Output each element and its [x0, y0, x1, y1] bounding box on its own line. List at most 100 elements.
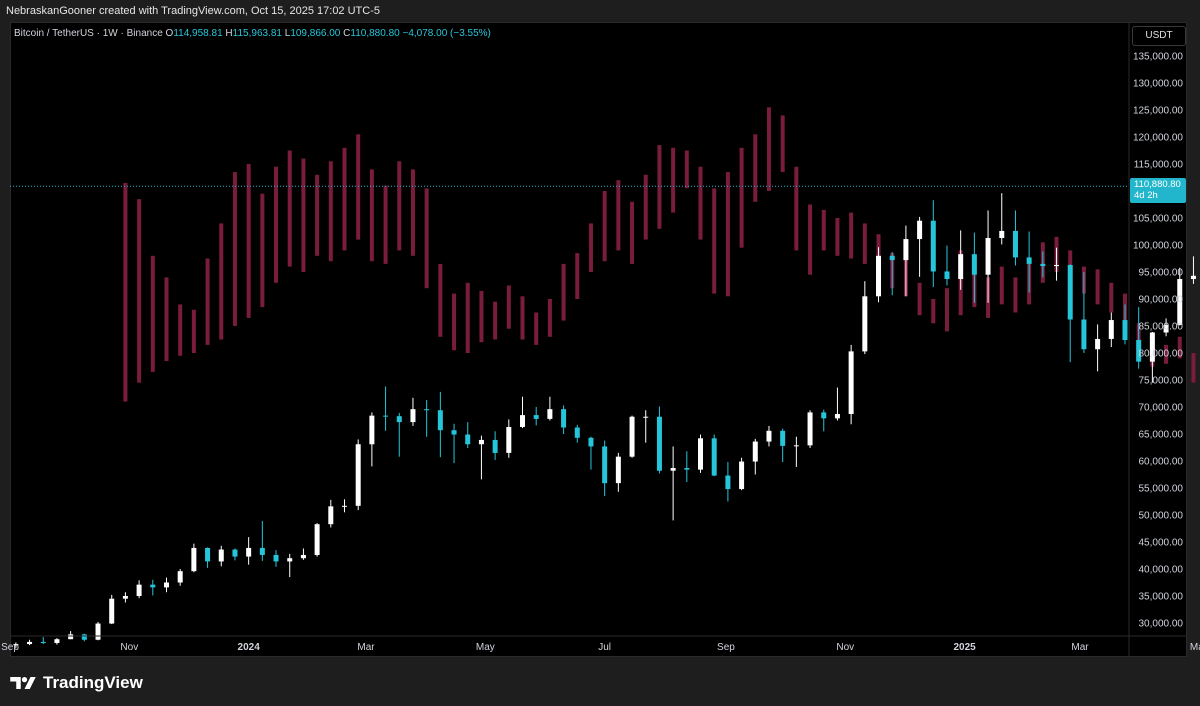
time-axis: SepNov2024MarMayJulSepNov2025MarMayJulSe…	[1, 642, 1200, 653]
candle-46	[643, 410, 649, 443]
price-tick-label: 135,000.00	[1133, 52, 1183, 63]
candle-14	[205, 547, 211, 568]
price-tick-label: 85,000.00	[1139, 322, 1184, 333]
projection-bar-18	[369, 169, 374, 262]
candle-29	[410, 397, 416, 426]
projection-bar-0	[123, 182, 128, 402]
brand-name: TradingView	[43, 673, 143, 692]
projection-bar-47	[766, 107, 771, 191]
candle-8	[122, 592, 128, 603]
candle-67	[930, 200, 936, 288]
legend: Bitcoin / TetherUS · 1W · Binance O114,9…	[14, 28, 491, 39]
projection-bar-14	[315, 174, 320, 256]
projection-bar-15	[328, 161, 333, 262]
price-tick-label: 65,000.00	[1139, 430, 1184, 441]
projection-bar-44	[725, 172, 730, 297]
candle-47	[656, 406, 662, 474]
candle-61	[848, 344, 854, 425]
candle-66	[917, 216, 923, 277]
price-tick-label: 90,000.00	[1139, 295, 1184, 306]
candle-36	[506, 419, 512, 458]
time-tick-label: May	[1190, 642, 1200, 653]
projection-bar-38	[643, 174, 648, 240]
candle-28	[396, 412, 402, 457]
projection-bar-32	[561, 263, 566, 321]
candle-24	[341, 499, 347, 513]
projection-bar-24	[452, 293, 457, 351]
price-chart[interactable]: 30,000.00 35,000.00 40,000.00 45,000.00 50,0…	[0, 0, 1200, 706]
projection-bar-16	[342, 147, 347, 251]
time-tick-label: 2025	[953, 642, 976, 653]
last-price-value: 110,880.80	[1134, 179, 1181, 190]
candle-77	[1067, 264, 1073, 363]
currency-selector[interactable]: USDT	[1132, 26, 1186, 46]
candle-6	[95, 621, 101, 641]
legend-symbol: Bitcoin / TetherUS · 1W · Binance	[14, 28, 163, 39]
candle-38	[533, 407, 539, 426]
candle-17	[246, 537, 252, 565]
candle-4	[68, 631, 74, 640]
candle-9	[136, 580, 142, 599]
candle-11	[163, 577, 169, 593]
projection-bar-25	[465, 282, 470, 353]
candle-31	[437, 391, 443, 458]
projection-bar-22	[424, 188, 429, 289]
candle-53	[739, 457, 745, 491]
candle-80	[1108, 312, 1114, 348]
price-tick-label: 75,000.00	[1139, 376, 1184, 387]
price-tick-label: 40,000.00	[1139, 565, 1184, 576]
candle-42	[588, 436, 594, 470]
projection-bar-8	[232, 172, 237, 326]
candle-43	[602, 440, 608, 497]
candle-79	[1095, 324, 1101, 372]
price-tick-label: 120,000.00	[1133, 133, 1183, 144]
legend-high-key: H	[225, 28, 233, 39]
candle-20	[287, 553, 293, 578]
candle-7	[109, 594, 115, 625]
candle-12	[177, 569, 183, 586]
projection-bar-48	[780, 115, 785, 173]
projection-bar-11	[274, 166, 279, 283]
candle-22	[314, 523, 320, 557]
price-tick-label: 80,000.00	[1139, 349, 1184, 360]
candle-1	[27, 639, 33, 646]
candle-49	[684, 451, 690, 483]
candle-73	[1012, 210, 1018, 266]
candle-21	[300, 548, 306, 560]
candle-40	[561, 405, 567, 434]
time-tick-label: Nov	[120, 642, 138, 653]
candle-3	[54, 638, 60, 645]
tradingview-logo[interactable]: TradingView	[9, 672, 143, 694]
projection-bar-54	[862, 223, 867, 264]
projection-bar-52	[835, 218, 840, 256]
projection-bars	[123, 107, 1196, 402]
price-tick-label: 35,000.00	[1139, 592, 1184, 603]
candle-57	[793, 436, 799, 467]
projection-bar-23	[438, 263, 443, 337]
projection-bar-30	[534, 312, 539, 345]
price-tick-label: 55,000.00	[1139, 484, 1184, 495]
candle-50	[698, 434, 704, 473]
time-tick-label: Sep	[717, 642, 735, 653]
price-tick-label: 125,000.00	[1133, 106, 1183, 117]
projection-bar-53	[849, 212, 854, 259]
projection-bar-5	[191, 309, 196, 353]
projection-bar-13	[301, 158, 306, 272]
time-tick-label: Mar	[1071, 642, 1089, 653]
bar-countdown: 4d 2h	[1134, 189, 1158, 201]
candle-55	[766, 425, 772, 447]
candle-16	[232, 548, 238, 561]
candle-39	[547, 396, 553, 421]
candle-33	[465, 422, 471, 449]
time-tick-label: 2024	[238, 642, 261, 653]
projection-bar-12	[287, 150, 292, 267]
projection-bar-46	[753, 134, 758, 202]
candle-37	[520, 396, 526, 429]
legend-high: 115,963.81	[232, 28, 282, 39]
candle-62	[862, 281, 868, 355]
candle-25	[355, 439, 361, 511]
projection-bar-26	[479, 290, 484, 343]
projection-bar-39	[657, 145, 662, 229]
projection-bar-42	[698, 166, 703, 240]
candle-26	[369, 412, 375, 467]
